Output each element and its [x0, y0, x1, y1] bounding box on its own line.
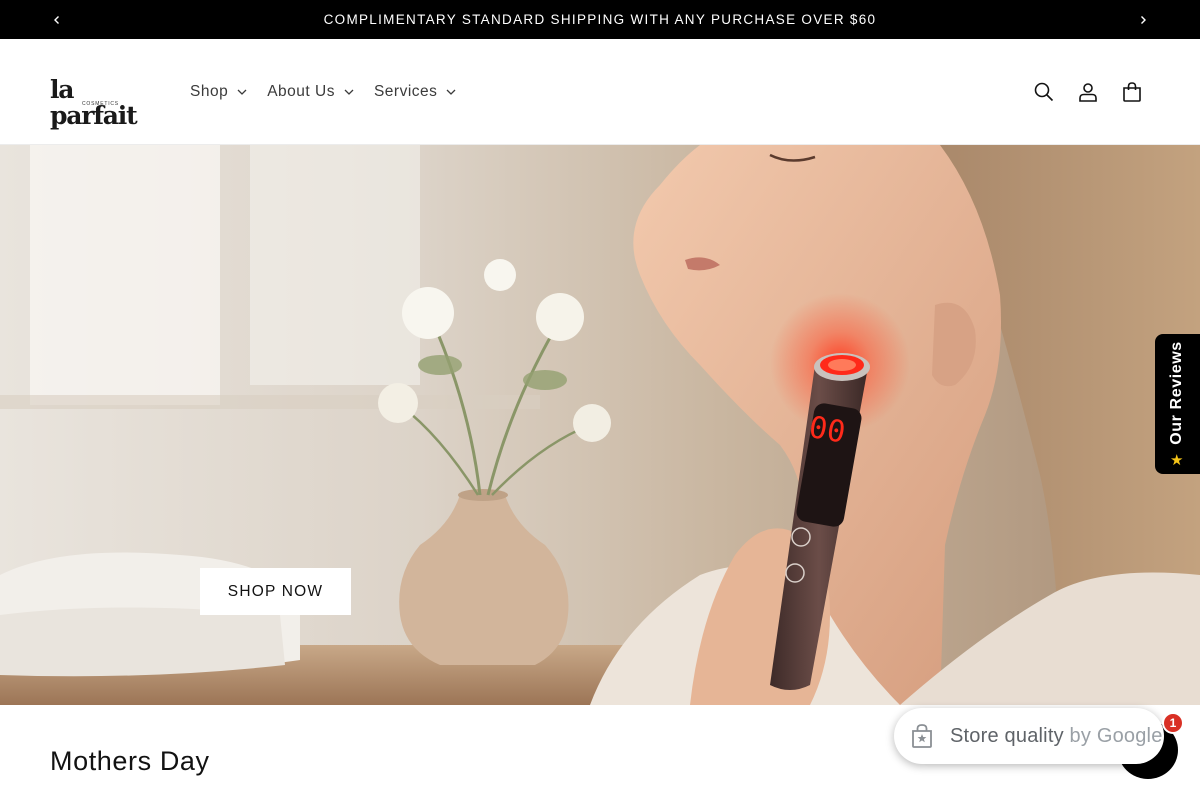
- announcement-text: COMPLIMENTARY STANDARD SHIPPING WITH ANY…: [323, 12, 877, 27]
- chevron-down-icon: [344, 89, 354, 95]
- nav-item-services[interactable]: Services: [364, 72, 466, 112]
- notification-badge: 1: [1162, 712, 1184, 734]
- chevron-right-icon: [1141, 15, 1146, 24]
- section-title: Mothers Day: [50, 746, 210, 776]
- announcement-next-button[interactable]: [1121, 0, 1165, 39]
- search-button[interactable]: [1022, 70, 1066, 114]
- store-quality-label: Store quality: [950, 724, 1064, 747]
- store-quality-badge[interactable]: Store quality by Google: [894, 708, 1164, 764]
- our-reviews-tab[interactable]: ★ Our Reviews: [1155, 334, 1200, 474]
- our-reviews-content: ★ Our Reviews: [1168, 341, 1186, 469]
- search-icon: [1034, 82, 1054, 102]
- main-nav: Shop About Us Services: [180, 72, 466, 112]
- nav-item-label: Shop: [190, 83, 229, 100]
- site-header: la parfait COSMETICS Shop About Us Servi…: [0, 39, 1200, 145]
- hero-banner[interactable]: 00 SHOP NOW: [0, 145, 1200, 705]
- account-icon: [1079, 83, 1097, 102]
- device-display-text: 00: [806, 410, 848, 451]
- header-actions: [1022, 70, 1154, 114]
- hero-image: 00: [0, 145, 1200, 705]
- store-bag-icon: [908, 722, 936, 750]
- announcement-bar: COMPLIMENTARY STANDARD SHIPPING WITH ANY…: [0, 0, 1200, 39]
- chevron-left-icon: [54, 15, 59, 24]
- cart-button[interactable]: [1110, 70, 1154, 114]
- nav-item-label: About Us: [267, 83, 335, 100]
- our-reviews-label: Our Reviews: [1168, 341, 1185, 445]
- star-icon: ★: [1169, 451, 1185, 469]
- store-quality-by: by Google: [1069, 724, 1163, 747]
- logo[interactable]: la parfait COSMETICS: [50, 77, 150, 129]
- announcement-prev-button[interactable]: [35, 0, 79, 39]
- account-button[interactable]: [1066, 70, 1110, 114]
- nav-item-shop[interactable]: Shop: [180, 72, 257, 112]
- store-quality-text: Store quality by Google: [950, 725, 1163, 748]
- shop-now-button[interactable]: SHOP NOW: [200, 568, 351, 615]
- nav-item-label: Services: [373, 83, 438, 100]
- cart-icon: [1123, 82, 1141, 102]
- chevron-down-icon: [446, 89, 456, 95]
- nav-item-about-us[interactable]: About Us: [257, 72, 364, 112]
- chevron-down-icon: [237, 89, 247, 95]
- logo-subtext: COSMETICS: [82, 101, 119, 107]
